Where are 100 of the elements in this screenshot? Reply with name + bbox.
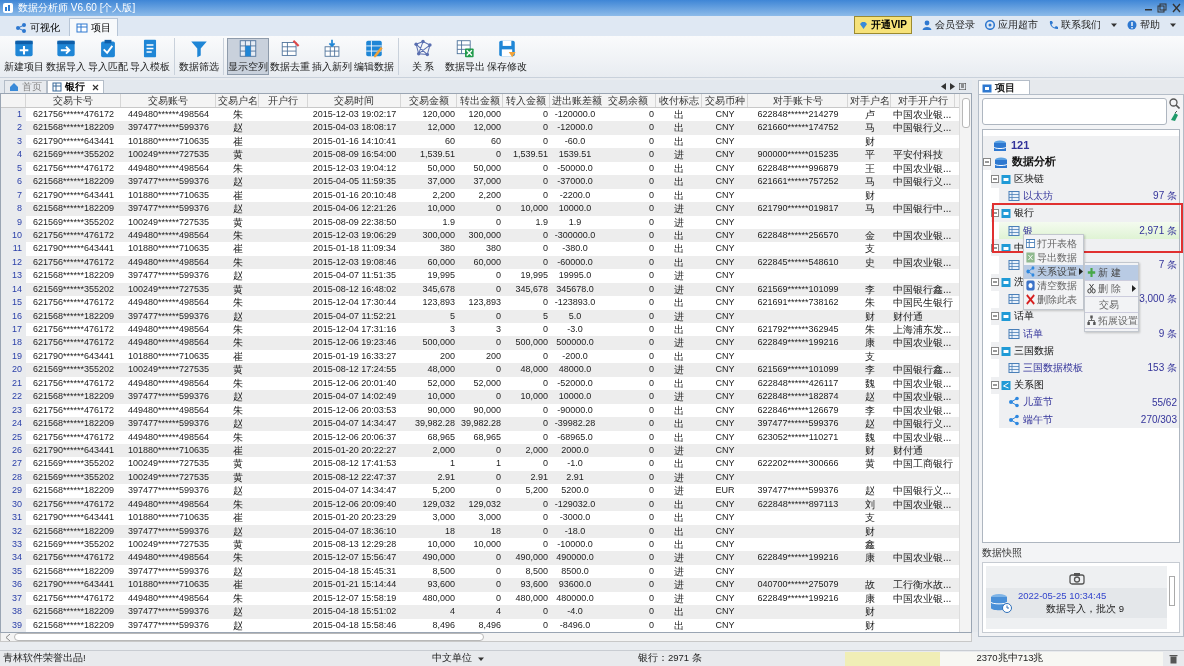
table-cell-text: 0 [648, 564, 655, 578]
table-cell-text: 崔 [231, 242, 244, 256]
row-number: 4 [1, 148, 26, 162]
table-cell-text: 500000.0 [555, 336, 595, 350]
table-cell-text: 朱 [231, 228, 244, 243]
table-cell-text: -4.0 [566, 605, 584, 619]
table-cell-text: 中国银行义... [892, 484, 953, 498]
table-cell-text: 621790******019817 [756, 202, 840, 216]
table-cell-text: 380 [484, 242, 502, 256]
table-cell-text: 0 [648, 202, 655, 216]
table-cell-text: 出 [673, 323, 685, 337]
table-cell-text: 449480******498564 [126, 296, 211, 310]
table-cell-text: 622848******897113 [756, 497, 840, 511]
table-cell-text: CNY [714, 390, 736, 404]
item-count: 7 条 [1158, 257, 1177, 272]
table-cell-text: 621756******476172 [31, 255, 116, 269]
table-cell-text: 朱 [863, 296, 876, 310]
table-cell-text: 支 [863, 349, 876, 364]
item-label: 三国数据 [1014, 343, 1054, 358]
table-cell-text: 622849******199216 [756, 336, 840, 350]
table-cell-text: 4 [495, 605, 502, 619]
table-cell-text: 赵 [231, 605, 244, 619]
table-cell-text: 出 [673, 457, 685, 471]
table-cell-text: 2015-12-03 19:08:46 [311, 255, 398, 269]
table-cell-text: 赵 [231, 417, 244, 431]
table-cell-text: 2015-12-03 19:04:12 [311, 161, 398, 175]
table-cell-text: 0 [542, 497, 549, 511]
table-cell-text: 1.9 [534, 215, 549, 229]
table-cell-text: 623052******110271 [756, 430, 840, 444]
table-cell-text: 621790******643441 [31, 578, 116, 592]
table-cell-text: 出 [673, 511, 685, 525]
table-cell-text: 0 [648, 376, 655, 390]
row-number: 27 [1, 457, 26, 471]
table-cell-text: 中国农业银... [892, 161, 953, 176]
table-cell-text: 李 [863, 282, 876, 297]
table-cell-text: 黄 [231, 538, 244, 552]
table-cell-text: 621569******355202 [31, 457, 116, 471]
table-cell-text: 60 [490, 134, 502, 148]
table-cell-text: 10,000 [519, 202, 549, 216]
item-count: 55/62 [1151, 396, 1177, 408]
table-cell-text: 622849******199216 [756, 591, 840, 605]
table-cell-text: 0 [648, 228, 655, 242]
table-cell-text: 0 [542, 524, 549, 538]
table-cell-text: 进 [673, 551, 685, 565]
table-cell-text: 0 [495, 578, 502, 592]
table-cell-text: 进 [673, 390, 685, 404]
table-cell-text: 2015-12-06 20:01:40 [311, 376, 398, 390]
table-cell-text: -200.0 [561, 349, 589, 363]
table-cell-text: 2015-01-16 14:10:41 [311, 134, 398, 148]
table-cell-text: 621790******643441 [31, 443, 116, 457]
table-cell-text: 621569******355202 [31, 148, 116, 162]
table-cell-text: 进 [673, 269, 685, 283]
table-cell-text: 0 [648, 282, 655, 296]
item-label: 数据分析 [1012, 154, 1056, 170]
table-cell-text: 赵 [231, 390, 244, 404]
table-cell-text: CNY [714, 417, 736, 431]
table-cell-text: 622848******182874 [756, 390, 840, 404]
table-cell-text: 中国民生银行 [892, 296, 954, 310]
table-cell-text: 621691******738162 [756, 296, 840, 310]
table-cell-text: 0 [648, 430, 655, 444]
table-cell-text: 2015-08-12 17:41:53 [311, 457, 398, 471]
table-cell-text: 621568******182209 [31, 605, 116, 619]
table-cell-text: CNY [714, 564, 736, 578]
table-cell-text: 397477******599376 [126, 121, 211, 135]
table-cell-text: 中国农业银... [892, 390, 953, 404]
table-cell-text: 进 [673, 484, 685, 498]
table-cell-text: 中国农业银... [892, 228, 953, 243]
table-cell-text: 2015-08-09 16:54:00 [311, 148, 398, 162]
table-cell-text: 朱 [231, 376, 244, 391]
table-cell-text: 0 [542, 538, 549, 551]
table-cell-text: 0 [542, 417, 549, 431]
table-cell-text: 出 [673, 175, 685, 189]
table-cell-text: 2015-12-07 15:58:19 [311, 591, 398, 605]
table-cell-text: -39982.28 [553, 417, 597, 431]
table-cell-text: 397477******599376 [126, 564, 211, 578]
table-cell-text: -2200.0 [558, 188, 592, 202]
table-cell-text: 101880******710635 [126, 188, 211, 202]
table-cell-text: 朱 [231, 161, 244, 176]
item-count: 97 条 [1153, 189, 1177, 204]
table-cell-text: 崔 [231, 511, 244, 525]
table-cell-text: 0 [542, 175, 549, 189]
table-cell-text: 0 [648, 161, 655, 175]
table-cell-text: 故 [863, 578, 876, 592]
table-cell-text: 进 [673, 591, 685, 606]
table-cell-text: 621790******643441 [31, 134, 116, 148]
row-number: 36 [1, 578, 26, 592]
table-cell-text: 进 [673, 363, 685, 377]
table-cell-text: 0 [542, 161, 549, 175]
table-cell-text: 380 [438, 242, 456, 256]
table-cell-text: 财 [863, 443, 876, 458]
table-cell-text: 上海浦东发... [892, 323, 953, 337]
table-cell-text: 出 [673, 242, 685, 256]
table-cell-text: 621568******182209 [31, 175, 116, 189]
table-cell-text: 900000******015235 [756, 148, 840, 162]
table-cell-text: 0 [648, 484, 655, 498]
table-cell-text: 621569******101099 [756, 282, 840, 296]
table-cell-text: 黄 [231, 363, 244, 377]
table-cell-text: 621568******182209 [31, 202, 116, 216]
row-number: 34 [1, 551, 26, 565]
table-cell-text: CNY [714, 349, 736, 363]
